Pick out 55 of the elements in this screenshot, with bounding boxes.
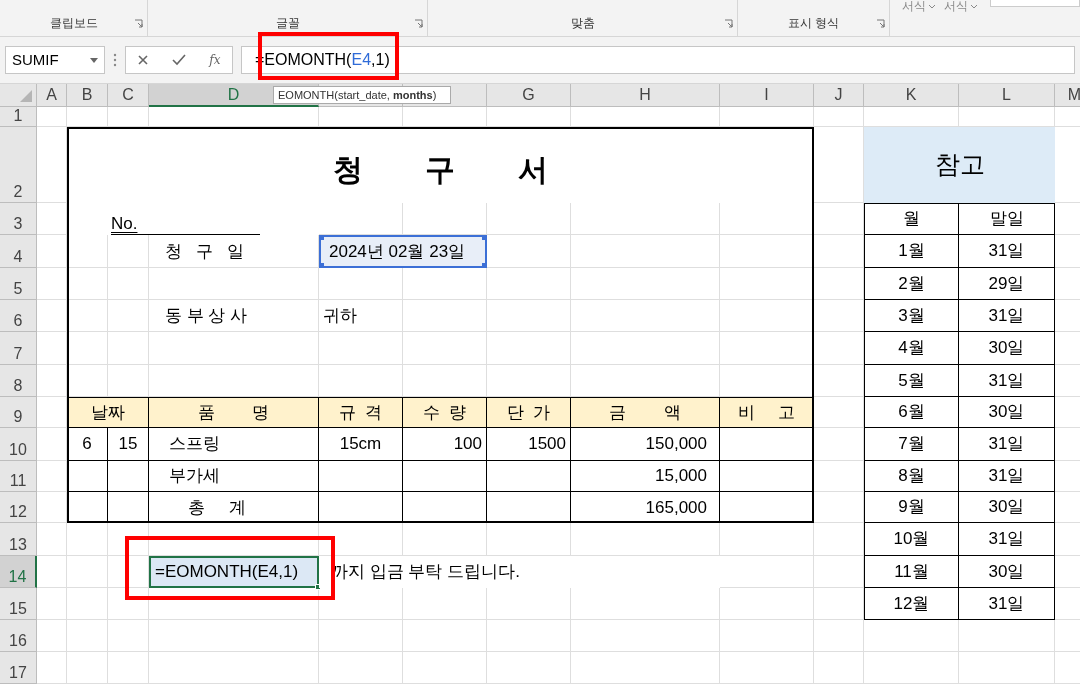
table-header: 금 액: [571, 397, 720, 428]
reference-title: 참고: [864, 127, 1055, 203]
active-cell: =EOMONTH(E4,1): [149, 556, 319, 588]
reference-cell: 6월: [864, 397, 959, 428]
reference-cell: 31일: [959, 588, 1055, 620]
reference-cell: 4월: [864, 332, 959, 365]
table-cell: 15,000: [571, 461, 720, 492]
reference-cell: 31일: [959, 461, 1055, 492]
table-cell: 100: [403, 428, 487, 461]
reference-cell: 30일: [959, 397, 1055, 428]
invoice-title: 청 구 서: [67, 127, 814, 203]
reference-cell: 30일: [959, 332, 1055, 365]
date-cell: 2024년 02월 23일: [319, 235, 487, 268]
ribbon-group-label: 맞춤: [570, 15, 595, 32]
reference-header: 말일: [959, 203, 1055, 235]
reference-cell: 3월: [864, 300, 959, 332]
table-cell: 15cm: [319, 428, 403, 461]
reference-cell: 10월: [864, 523, 959, 556]
reference-cell: 5월: [864, 365, 959, 397]
reference-cell: 31일: [959, 428, 1055, 461]
ribbon-group-label: 클립보드: [49, 15, 98, 32]
table-header: 품 명: [149, 397, 319, 428]
ribbon-group-label: 글꼴: [275, 15, 300, 32]
reference-cell: 12월: [864, 588, 959, 620]
table-cell: 6: [67, 428, 108, 461]
reference-cell: 31일: [959, 235, 1055, 268]
reference-cell: 7월: [864, 428, 959, 461]
reference-cell: 9월: [864, 492, 959, 523]
tooltip: EOMONTH(start_date, months): [273, 86, 451, 104]
recipient-name: 동 부 상 사: [165, 305, 248, 328]
table-cell: 150,000: [571, 428, 720, 461]
reference-cell: 31일: [959, 300, 1055, 332]
table-cell: 부가세: [149, 461, 319, 492]
table-header: 규 격: [319, 397, 403, 428]
number-label: No.: [111, 214, 260, 235]
reference-header: 월: [864, 203, 959, 235]
reference-cell: 30일: [959, 492, 1055, 523]
reference-cell: 11월: [864, 556, 959, 588]
reference-cell: 8월: [864, 461, 959, 492]
table-header: 날짜: [67, 397, 149, 428]
table-cell: 15: [108, 428, 149, 461]
reference-cell: 2월: [864, 268, 959, 300]
date-label: 청 구 일: [165, 240, 245, 263]
table-cell: 1500: [487, 428, 571, 461]
reference-cell: 31일: [959, 365, 1055, 397]
reference-cell: 29일: [959, 268, 1055, 300]
table-header: 비 고: [720, 397, 814, 428]
table-header: 단 가: [487, 397, 571, 428]
table-header: 수 량: [403, 397, 487, 428]
honorific-text: 귀하: [323, 305, 357, 328]
table-cell: 스프링: [149, 428, 319, 461]
reference-cell: 31일: [959, 523, 1055, 556]
reference-cell: 30일: [959, 556, 1055, 588]
reference-cell: 1월: [864, 235, 959, 268]
ribbon-group-label: 표시 형식: [787, 15, 840, 32]
